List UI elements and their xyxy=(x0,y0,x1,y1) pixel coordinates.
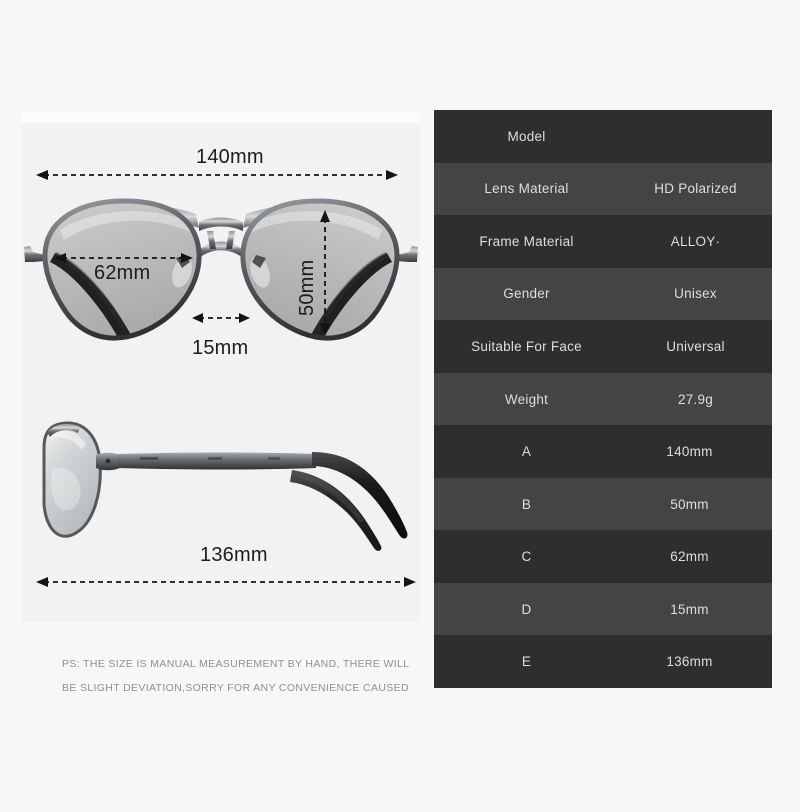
spec-row: Gender Unisex xyxy=(434,267,772,321)
spec-key: Weight xyxy=(504,391,549,407)
dimension-arrow-136mm xyxy=(36,577,416,587)
spec-value: 15mm xyxy=(670,601,709,617)
disclaimer-line-1: PS: THE SIZE IS MANUAL MEASUREMENT BY HA… xyxy=(62,658,410,670)
dimension-arrow-140mm xyxy=(36,170,398,180)
disclaimer-line-2: BE SLIGHT DEVIATION,SORRY FOR ANY CONVEN… xyxy=(62,682,409,694)
spec-row: Lens Material HD Polarized xyxy=(434,162,772,216)
dimension-arrow-15mm xyxy=(192,313,250,323)
dimension-label-140mm: 140mm xyxy=(196,146,264,168)
spec-key: Frame Material xyxy=(479,233,574,249)
spec-key: E xyxy=(521,654,532,670)
spec-key: Gender xyxy=(503,286,550,302)
spec-row: Model xyxy=(434,110,772,163)
spec-row: Weight 27.9g xyxy=(434,372,772,426)
spec-row: A 140mm xyxy=(434,425,772,478)
spec-value: 27.9g xyxy=(677,391,714,407)
spec-row: B 50mm xyxy=(434,477,772,531)
specification-table: Model Lens Material HD Polarized Frame Mate… xyxy=(434,110,772,689)
spec-value: 140mm xyxy=(666,444,713,460)
spec-value: ALLOY· xyxy=(670,233,721,249)
dimension-label-50mm: 50mm xyxy=(296,259,318,316)
spec-row: D 15mm xyxy=(434,582,772,636)
spec-key: Lens Material xyxy=(484,181,569,197)
spec-key: B xyxy=(521,496,532,512)
spec-value: 62mm xyxy=(670,549,709,565)
spec-key: Model xyxy=(507,128,546,144)
spec-key: A xyxy=(521,444,532,460)
product-spec-sheet: 140mm 62mm 50mm 15mm 136mm PS: THE SIZE … xyxy=(0,0,800,812)
spec-value: Unisex xyxy=(674,286,717,302)
spec-row: C 62mm xyxy=(434,530,772,583)
spec-key: D xyxy=(521,601,532,617)
spec-value: HD Polarized xyxy=(654,181,737,197)
spec-row: Suitable For Face Universal xyxy=(434,320,772,373)
spec-value: Universal xyxy=(666,338,725,354)
dimension-label-136mm: 136mm xyxy=(200,544,268,566)
spec-key: C xyxy=(521,549,532,565)
spec-key: Suitable For Face xyxy=(471,338,582,354)
spec-row: Frame Material ALLOY· xyxy=(434,215,772,268)
spec-row: E 136mm xyxy=(434,635,772,689)
measurement-disclaimer: PS: THE SIZE IS MANUAL MEASUREMENT BY HA… xyxy=(62,652,442,700)
dimension-label-62mm: 62mm xyxy=(94,262,151,284)
spec-value: 50mm xyxy=(670,496,709,512)
sunglasses-front-view xyxy=(24,170,418,341)
spec-value: 136mm xyxy=(666,654,713,670)
dimension-label-15mm: 15mm xyxy=(192,337,249,359)
